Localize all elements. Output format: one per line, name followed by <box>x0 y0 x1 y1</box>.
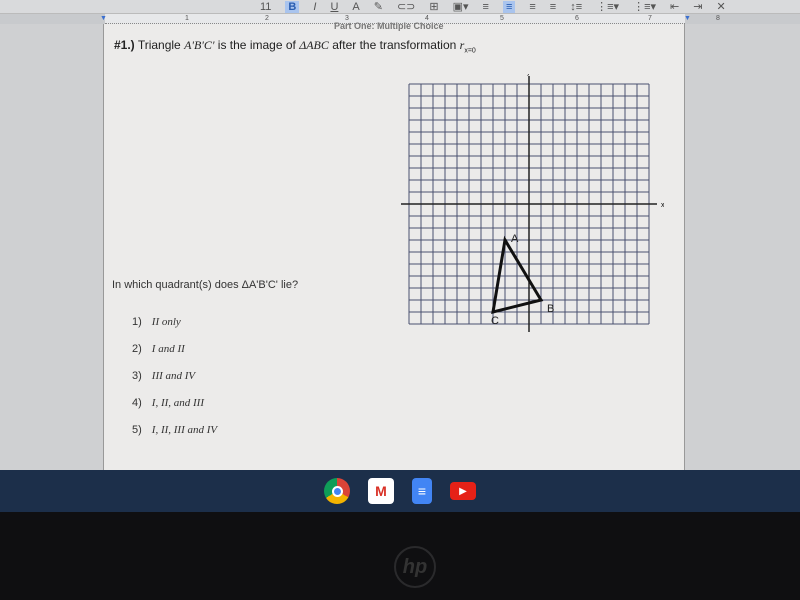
bulleted-list-icon[interactable]: ⋮≡▾ <box>633 0 656 13</box>
y-axis-label: y <box>527 74 531 76</box>
docs-icon[interactable]: ≡ <box>412 478 432 504</box>
ruler-mark: 7 <box>648 15 652 22</box>
choice-number: 4) <box>132 397 142 409</box>
increase-indent-icon[interactable]: ⇥ <box>693 0 702 13</box>
vertex-label-A: A <box>511 233 519 245</box>
chrome-icon[interactable] <box>324 478 350 504</box>
x-axis-label: x <box>661 202 664 209</box>
underline-button[interactable]: U <box>330 1 338 13</box>
choice-text: I and II <box>151 343 185 355</box>
choice-3[interactable]: 3) III and IV <box>132 370 195 382</box>
choice-number: 3) <box>132 370 142 382</box>
gmail-icon[interactable]: M <box>368 478 394 504</box>
ruler-mark: 1 <box>185 15 189 22</box>
question-text: In which quadrant(s) does ΔA'B'C' lie? <box>112 279 299 291</box>
section-header: Part One: Multiple Choice <box>334 21 444 31</box>
image-icon[interactable]: ▣▾ <box>453 0 469 13</box>
text: Triangle <box>137 38 181 52</box>
document-page[interactable]: Part One: Multiple Choice #1.) Triangle … <box>103 21 685 472</box>
justify-icon[interactable]: ≡ <box>550 1 556 13</box>
font-size-field[interactable]: 11 <box>260 1 271 13</box>
text: is the image of <box>217 38 296 52</box>
numbered-list-icon[interactable]: ⋮≡▾ <box>596 0 619 13</box>
right-indent-marker-icon[interactable]: ▼ <box>684 15 691 22</box>
coordinate-grid: x y A B C <box>401 74 664 332</box>
comment-icon[interactable]: ⊞ <box>429 0 438 13</box>
text: after the transformation <box>332 38 457 52</box>
align-right-icon[interactable]: ≡ <box>529 1 535 13</box>
choice-1[interactable]: 1) II only <box>132 316 181 328</box>
original-triangle: ΔABC <box>299 38 329 52</box>
highlight-icon[interactable]: ✎ <box>374 0 383 13</box>
clear-formatting-icon[interactable]: ✕ <box>716 0 725 13</box>
line-spacing-icon[interactable]: ↕≡ <box>570 1 582 13</box>
formatting-toolbar: 11 B I U A ✎ ⊂⊃ ⊞ ▣▾ ≡ ≡ ≡ ≡ ↕≡ ⋮≡▾ ⋮≡▾ … <box>0 0 800 14</box>
question-1-prompt: #1.) Triangle A'B'C' is the image of ΔAB… <box>114 38 476 54</box>
italic-button[interactable]: I <box>313 1 316 13</box>
choice-text: I, II, and III <box>151 397 205 409</box>
vertex-C <box>491 310 495 314</box>
choice-text: I, II, III and IV <box>151 424 218 436</box>
vertex-label-C: C <box>491 315 499 327</box>
choice-text: II only <box>151 316 181 328</box>
question-number: #1.) <box>114 38 135 52</box>
text-color-button[interactable]: A <box>352 1 359 13</box>
choice-4[interactable]: 4) I, II, and III <box>132 397 204 409</box>
vertex-A <box>503 238 507 242</box>
taskbar: M ≡ ▶ <box>0 470 800 512</box>
ruler-mark: 8 <box>716 15 720 22</box>
vertex-B <box>539 298 543 302</box>
indent-marker-icon[interactable]: ▼ <box>100 15 107 22</box>
ruler-mark: 5 <box>500 15 504 22</box>
ruler-mark: 2 <box>265 15 269 22</box>
choice-5[interactable]: 5) I, II, III and IV <box>132 424 217 436</box>
hp-logo: hp <box>394 546 436 588</box>
youtube-icon[interactable]: ▶ <box>450 482 476 500</box>
choice-2[interactable]: 2) I and II <box>132 343 185 355</box>
choice-text: III and IV <box>151 370 196 382</box>
link-icon[interactable]: ⊂⊃ <box>397 0 415 13</box>
ruler-mark: 6 <box>575 15 579 22</box>
choice-number: 2) <box>132 343 142 355</box>
align-left-icon[interactable]: ≡ <box>483 1 489 13</box>
transformation-subscript: x=0 <box>464 47 476 55</box>
vertex-label-B: B <box>547 303 554 315</box>
bold-button[interactable]: B <box>285 0 300 13</box>
screen: 11 B I U A ✎ ⊂⊃ ⊞ ▣▾ ≡ ≡ ≡ ≡ ↕≡ ⋮≡▾ ⋮≡▾ … <box>0 0 800 512</box>
image-triangle: A'B'C' <box>184 38 215 52</box>
choice-number: 5) <box>132 424 142 436</box>
choice-number: 1) <box>132 316 142 328</box>
align-center-icon[interactable]: ≡ <box>502 0 516 13</box>
decrease-indent-icon[interactable]: ⇤ <box>670 0 679 13</box>
